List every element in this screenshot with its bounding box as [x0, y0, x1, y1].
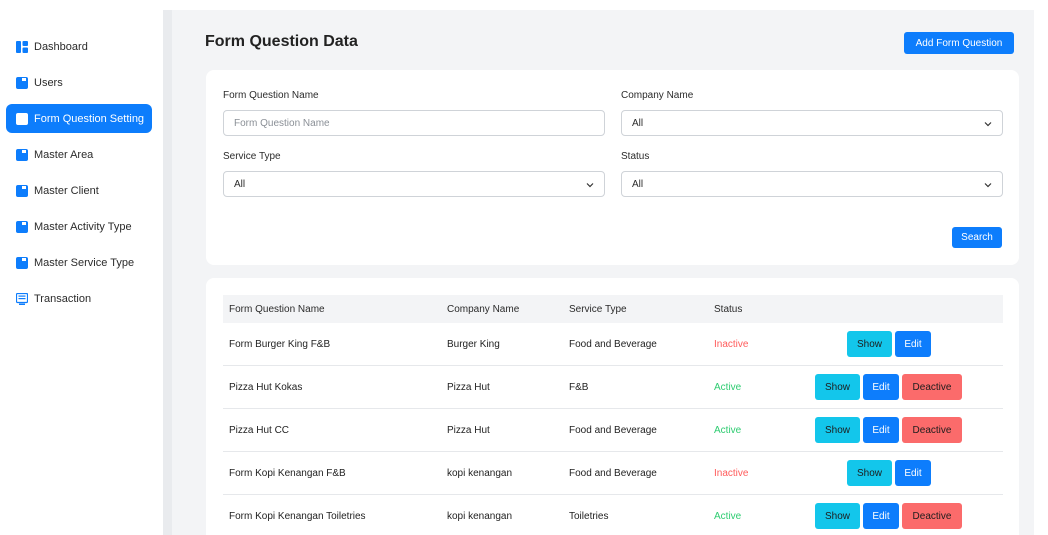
sidebar-item-form-question-setting[interactable]: Form Question Setting: [6, 104, 152, 133]
cell-company-name: Pizza Hut: [447, 424, 490, 436]
cell-service-type: F&B: [569, 381, 589, 393]
cell-company-name: Burger King: [447, 338, 500, 350]
sidebar-item-master-area[interactable]: Master Area: [6, 140, 152, 169]
filter-card: Form Question Name Company Name All Serv…: [206, 70, 1019, 265]
status-badge: Inactive: [714, 338, 749, 350]
form-question-name-label: Form Question Name: [223, 90, 319, 101]
cell-company-name: kopi kenangan: [447, 467, 513, 479]
chevron-down-icon: [984, 183, 992, 188]
sidebar-item-transaction[interactable]: Transaction: [6, 284, 152, 313]
show-button[interactable]: Show: [847, 460, 892, 486]
deactive-button[interactable]: Deactive: [902, 503, 962, 529]
chevron-down-icon: [984, 122, 992, 127]
area-icon: [16, 148, 28, 161]
cell-form-question-name: Pizza Hut Kokas: [229, 381, 303, 393]
table-row: Form Kopi Kenangan F&B kopi kenangan Foo…: [223, 452, 1003, 495]
cell-service-type: Food and Beverage: [569, 338, 657, 350]
edit-button[interactable]: Edit: [895, 460, 931, 486]
show-button[interactable]: Show: [815, 503, 860, 529]
cell-form-question-name: Form Kopi Kenangan Toiletries: [229, 511, 366, 522]
sidebar-item-master-activity-type[interactable]: Master Activity Type: [6, 212, 152, 241]
cell-form-question-name: Form Burger King F&B: [229, 338, 331, 350]
sidebar-item-label: Master Activity Type: [34, 220, 132, 233]
page-title: Form Question Data: [205, 33, 358, 50]
cell-service-type: Toiletries: [569, 511, 609, 522]
service-type-select[interactable]: All: [223, 171, 605, 197]
dashboard-icon: [16, 40, 28, 53]
cell-service-type: Food and Beverage: [569, 467, 657, 479]
table-row: Pizza Hut CC Pizza Hut Food and Beverage…: [223, 409, 1003, 452]
cell-company-name: kopi kenangan: [447, 511, 513, 522]
status-select[interactable]: All: [621, 171, 1003, 197]
form-question-name-input[interactable]: [223, 110, 605, 136]
sidebar-divider: [163, 10, 172, 535]
status-badge: Active: [714, 511, 742, 522]
sidebar-item-label: Form Question Setting: [34, 112, 145, 125]
edit-button[interactable]: Edit: [863, 374, 899, 400]
sidebar-item-label: Master Area: [34, 148, 94, 161]
column-header-company-name: Company Name: [447, 303, 520, 315]
form-icon: [16, 112, 28, 125]
show-button[interactable]: Show: [815, 374, 860, 400]
deactive-button[interactable]: Deactive: [902, 417, 962, 443]
status-label: Status: [621, 151, 650, 162]
status-badge: Active: [714, 424, 742, 436]
table-row: Pizza Hut Kokas Pizza Hut F&B Active Sho…: [223, 366, 1003, 409]
status-value: All: [632, 178, 644, 190]
users-icon: [16, 76, 28, 89]
status-badge: Active: [714, 381, 742, 393]
chevron-down-icon: [586, 183, 594, 188]
service-type-label: Service Type: [223, 151, 281, 162]
service-icon: [16, 256, 28, 269]
sidebar-item-master-service-type[interactable]: Master Service Type: [6, 248, 152, 277]
cell-form-question-name: Form Kopi Kenangan F&B: [229, 467, 346, 479]
app-root: Dashboard Users Form Question Setting Ma…: [0, 0, 1048, 535]
cell-company-name: Pizza Hut: [447, 381, 490, 393]
sidebar-item-label: Users: [34, 76, 63, 89]
add-form-question-button[interactable]: Add Form Question: [904, 32, 1014, 54]
company-name-label: Company Name: [621, 90, 694, 101]
company-name-value: All: [632, 117, 644, 129]
sidebar-item-dashboard[interactable]: Dashboard: [6, 32, 152, 61]
table-header: Form Question Name Company Name Service …: [223, 295, 1003, 323]
table-card: Form Question Name Company Name Service …: [206, 278, 1019, 535]
table-row: Form Burger King F&B Burger King Food an…: [223, 323, 1003, 366]
edit-button[interactable]: Edit: [863, 417, 899, 443]
edit-button[interactable]: Edit: [863, 503, 899, 529]
table-row: Form Kopi Kenangan Toiletries kopi kenan…: [223, 495, 1003, 535]
cell-form-question-name: Pizza Hut CC: [229, 424, 290, 436]
sidebar-item-users[interactable]: Users: [6, 68, 152, 97]
sidebar-item-label: Master Client: [34, 184, 99, 197]
deactive-button[interactable]: Deactive: [902, 374, 962, 400]
column-header-service-type: Service Type: [569, 303, 627, 315]
sidebar-item-label: Dashboard: [34, 40, 88, 53]
sidebar-item-master-client[interactable]: Master Client: [6, 176, 152, 205]
show-button[interactable]: Show: [815, 417, 860, 443]
client-icon: [16, 184, 28, 197]
sidebar-item-label: Transaction: [34, 292, 92, 305]
sidebar-item-label: Master Service Type: [34, 256, 135, 269]
sidebar: Dashboard Users Form Question Setting Ma…: [0, 0, 163, 535]
column-header-status: Status: [714, 303, 743, 315]
column-header-form-question-name: Form Question Name: [229, 303, 325, 315]
cell-service-type: Food and Beverage: [569, 424, 657, 436]
status-badge: Inactive: [714, 467, 749, 479]
company-name-select[interactable]: All: [621, 110, 1003, 136]
show-button[interactable]: Show: [847, 331, 892, 357]
service-type-value: All: [234, 178, 246, 190]
transaction-icon: [15, 292, 29, 305]
edit-button[interactable]: Edit: [895, 331, 931, 357]
main-content: Form Question Data Add Form Question For…: [172, 10, 1034, 535]
activity-icon: [16, 220, 28, 233]
search-button[interactable]: Search: [952, 227, 1002, 248]
